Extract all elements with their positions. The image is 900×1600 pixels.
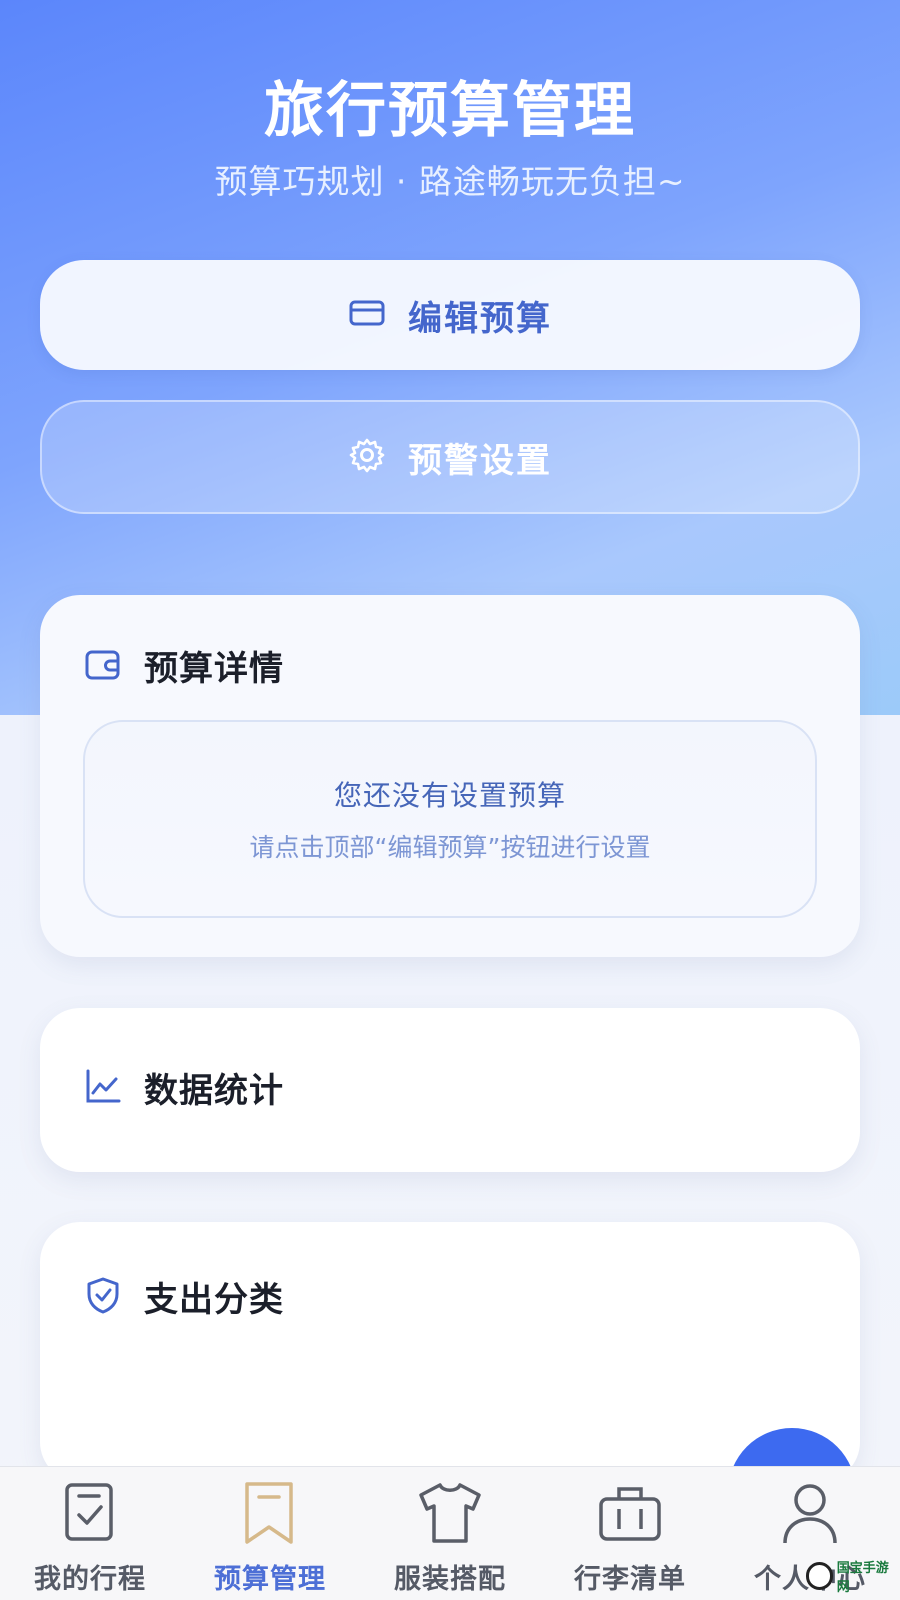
- tab-label: 行李清单: [574, 1564, 686, 1595]
- tab-label: 预算管理: [214, 1564, 326, 1595]
- tab-outfits[interactable]: 服装搭配: [360, 1467, 540, 1600]
- tab-budget[interactable]: 预算管理: [180, 1467, 360, 1600]
- edit-budget-button[interactable]: 编辑预算: [40, 260, 860, 370]
- wallet-icon: [84, 645, 122, 687]
- budget-detail-title: 预算详情: [144, 649, 284, 689]
- bookmark-icon: [233, 1467, 307, 1549]
- categories-title: 支出分类: [144, 1280, 284, 1320]
- tab-label: 服装搭配: [394, 1564, 506, 1595]
- statistics-card: 数据统计: [40, 1008, 860, 1172]
- credit-card-icon: [348, 294, 386, 336]
- statistics-title: 数据统计: [144, 1071, 284, 1111]
- suitcase-icon: [593, 1467, 667, 1549]
- gear-icon: [348, 436, 386, 478]
- tab-luggage[interactable]: 行李清单: [540, 1467, 720, 1600]
- budget-detail-header: 预算详情: [84, 641, 284, 690]
- checklist-icon: [53, 1467, 127, 1549]
- alert-settings-button[interactable]: 预警设置: [40, 400, 860, 514]
- page-title: 旅行预算管理: [264, 76, 636, 146]
- page-subtitle: 预算巧规划 · 路途畅玩无负担~: [214, 162, 686, 201]
- empty-budget-message: 您还没有设置预算: [333, 779, 566, 812]
- watermark-text: 国宝手游网: [836, 1561, 889, 1595]
- edit-budget-label: 编辑预算: [408, 298, 552, 339]
- tshirt-icon: [413, 1467, 487, 1549]
- bottom-tab-bar: 我的行程 预算管理 服装搭配 行李清单 个人中心: [0, 1466, 900, 1600]
- user-icon: [773, 1467, 847, 1549]
- panda-logo-icon: [806, 1562, 833, 1590]
- alert-settings-label: 预警设置: [408, 440, 552, 481]
- statistics-header: 数据统计: [84, 1063, 284, 1112]
- empty-budget-box: 您还没有设置预算 请点击顶部“编辑预算”按钮进行设置: [83, 720, 817, 918]
- watermark: 国宝手游网: [806, 1560, 898, 1595]
- line-chart-icon: [84, 1067, 122, 1109]
- categories-header: 支出分类: [84, 1272, 284, 1321]
- budget-detail-card: 预算详情 您还没有设置预算 请点击顶部“编辑预算”按钮进行设置: [40, 595, 860, 957]
- categories-card: 支出分类: [40, 1222, 860, 1482]
- empty-budget-hint: 请点击顶部“编辑预算”按钮进行设置: [249, 833, 651, 862]
- tab-my-trips[interactable]: 我的行程: [0, 1467, 180, 1600]
- tab-label: 我的行程: [34, 1564, 146, 1595]
- shield-check-icon: [84, 1276, 122, 1318]
